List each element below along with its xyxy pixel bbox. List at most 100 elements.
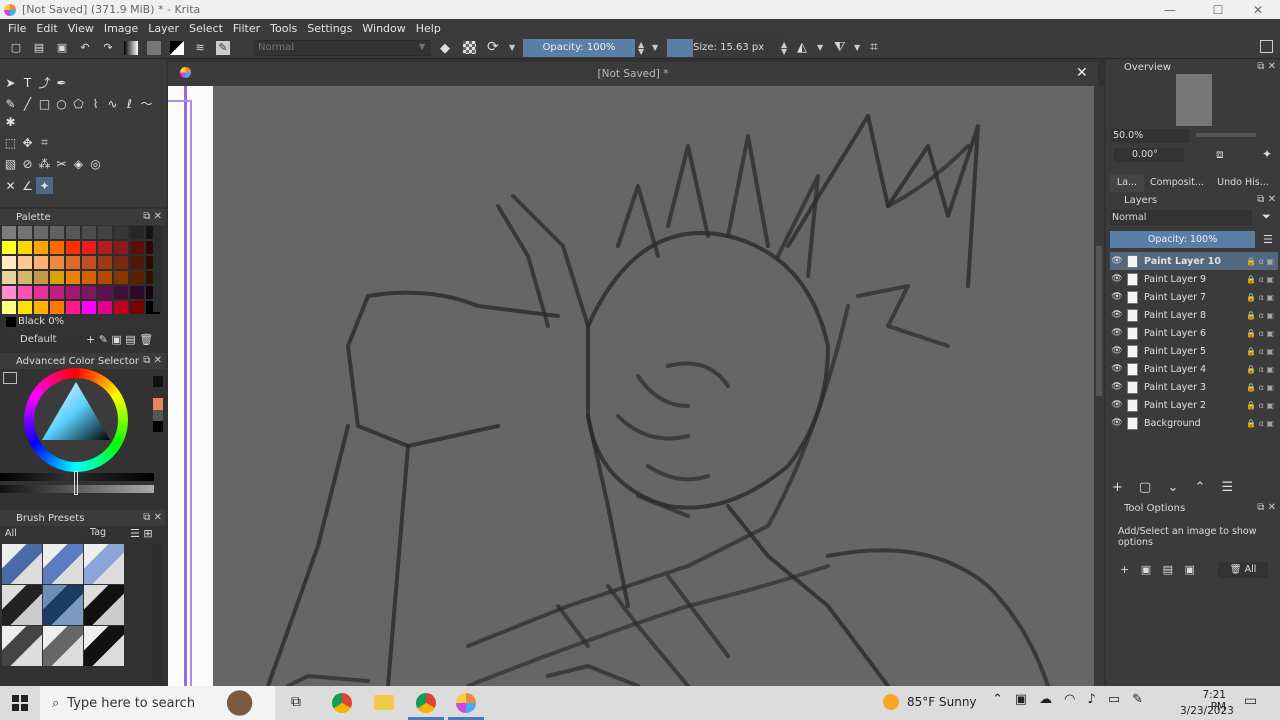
fill-tool-icon[interactable]: ◈ xyxy=(70,155,87,172)
layer-lock-alpha-icons[interactable]: 🔒 α ▣ xyxy=(1246,311,1274,320)
move-tool-icon[interactable]: ✥ xyxy=(19,134,36,151)
layer-row[interactable]: 👁 Paint Layer 5 🔒 α ▣ xyxy=(1110,342,1278,360)
redo-icon[interactable]: ↷ xyxy=(101,41,115,55)
visibility-eye-icon[interactable]: 👁 xyxy=(1110,382,1124,392)
palette-swatch[interactable] xyxy=(114,241,128,254)
calligraphy-icon[interactable]: ✒ xyxy=(53,74,70,91)
palette-swatch[interactable] xyxy=(34,271,48,284)
layer-lock-alpha-icons[interactable]: 🔒 α ▣ xyxy=(1246,347,1274,356)
palette-swatch[interactable] xyxy=(18,286,32,299)
visibility-eye-icon[interactable]: 👁 xyxy=(1110,346,1124,356)
task-view-icon[interactable]: ⧉ xyxy=(291,694,301,710)
reference-tool-icon[interactable]: ✦ xyxy=(36,177,53,194)
visibility-eye-icon[interactable]: 👁 xyxy=(1110,418,1124,428)
brush-preset-thumb[interactable] xyxy=(2,626,42,666)
rectangle-tool-icon[interactable]: □ xyxy=(36,95,53,112)
palette-swatch[interactable] xyxy=(130,226,144,239)
krita-taskbar-icon[interactable] xyxy=(456,693,476,713)
brush-preset-thumb[interactable] xyxy=(43,626,83,666)
layer-row[interactable]: 👁 Paint Layer 9 🔒 α ▣ xyxy=(1110,270,1278,288)
chevron-down-icon[interactable]: ▼ xyxy=(509,43,515,52)
visibility-eye-icon[interactable]: 👁 xyxy=(1110,310,1124,320)
triangle-selector[interactable] xyxy=(24,368,128,472)
layer-filter-icon[interactable]: ⏷ xyxy=(1262,210,1271,224)
blend-mode-select[interactable]: Normal xyxy=(254,40,430,56)
freehand-path-icon[interactable]: ℓ xyxy=(121,95,138,112)
color-slider-handle[interactable] xyxy=(74,471,78,495)
palette-scrollbar[interactable] xyxy=(153,226,162,312)
layer-lock-alpha-icons[interactable]: 🔒 α ▣ xyxy=(1246,257,1274,266)
float-close-icons[interactable]: ⧉ ✕ xyxy=(1257,61,1276,72)
palette-swatch[interactable] xyxy=(2,301,16,314)
measure-tool-icon[interactable]: ∠ xyxy=(19,177,36,194)
layer-lock-alpha-icons[interactable]: 🔒 α ▣ xyxy=(1246,419,1274,428)
palette-swatch[interactable] xyxy=(130,286,144,299)
rotation-field[interactable]: 0.00° xyxy=(1114,148,1184,162)
palette-swatch[interactable] xyxy=(82,301,96,314)
workspace-icon[interactable] xyxy=(1260,40,1273,53)
brush-tag-button[interactable]: Tag xyxy=(90,527,106,538)
palette-swatch[interactable] xyxy=(34,241,48,254)
notifications-icon[interactable]: ▭ xyxy=(1244,693,1257,709)
palette-swatch[interactable] xyxy=(50,286,64,299)
brush-preset-icon[interactable]: ✎ xyxy=(216,40,230,55)
menu-layer[interactable]: Layer xyxy=(148,22,179,35)
palette-swatch[interactable] xyxy=(66,271,80,284)
palette-swatch[interactable] xyxy=(114,271,128,284)
menu-select[interactable]: Select xyxy=(189,22,223,35)
brush-preset-thumb-selected[interactable] xyxy=(43,585,83,625)
layer-row[interactable]: 👁 Paint Layer 10 🔒 α ▣ xyxy=(1110,252,1278,270)
palette-swatch[interactable] xyxy=(18,241,32,254)
palette-actions-icons[interactable]: + ✎ ▣ ▤ 🗑 xyxy=(86,332,153,348)
palette-swatch[interactable] xyxy=(82,286,96,299)
brush-preset-thumb[interactable] xyxy=(84,585,124,625)
edit-shapes-icon[interactable]: ⤴ xyxy=(36,74,53,91)
brush-preset-thumb[interactable] xyxy=(2,585,42,625)
reload-preset-icon[interactable]: ⟳ xyxy=(487,39,499,55)
layer-lock-alpha-icons[interactable]: 🔒 α ▣ xyxy=(1246,275,1274,284)
brush-presets-scrollbar[interactable] xyxy=(152,544,162,684)
visibility-eye-icon[interactable]: 👁 xyxy=(1110,400,1124,410)
recent-colors-strip[interactable] xyxy=(153,376,163,433)
size-slider[interactable]: Size: 15.63 px xyxy=(667,39,779,57)
palette-swatch[interactable] xyxy=(2,286,16,299)
mirror-horizontal-icon[interactable]: ◭ xyxy=(797,40,807,55)
palette-swatch[interactable] xyxy=(82,256,96,269)
palette-swatch[interactable] xyxy=(34,286,48,299)
select-shapes-icon[interactable]: ➤ xyxy=(2,74,19,91)
undo-icon[interactable]: ↶ xyxy=(78,41,92,55)
clock-date[interactable]: 3/23/2023 xyxy=(1180,705,1234,717)
menu-filter[interactable]: Filter xyxy=(233,22,260,35)
minimize-button[interactable]: — xyxy=(1148,0,1192,19)
palette-swatch[interactable] xyxy=(50,256,64,269)
menu-window[interactable]: Window xyxy=(362,22,405,35)
size-stepper-icon[interactable]: ▲ ▼ xyxy=(781,41,787,56)
opacity-stepper-icon[interactable]: ▲ ▼ xyxy=(638,41,644,56)
palette-swatch[interactable] xyxy=(130,256,144,269)
color-selector-settings-icon[interactable] xyxy=(3,372,17,384)
chrome-icon[interactable] xyxy=(332,693,352,713)
scrollbar-thumb[interactable] xyxy=(1096,246,1102,396)
line-tool-icon[interactable]: ╱ xyxy=(19,95,36,112)
overview-thumbnail[interactable] xyxy=(1176,74,1212,126)
multibrush-icon[interactable]: ✱ xyxy=(2,113,19,130)
palette-swatch[interactable] xyxy=(66,301,80,314)
palette-swatch[interactable] xyxy=(18,226,32,239)
palette-swatch[interactable] xyxy=(34,256,48,269)
file-explorer-icon[interactable] xyxy=(374,695,394,710)
float-close-icons[interactable]: ⧉ ✕ xyxy=(143,355,162,366)
delete-all-button[interactable]: 🗑 All xyxy=(1218,562,1268,578)
layer-lock-alpha-icons[interactable]: 🔒 α ▣ xyxy=(1246,401,1274,410)
chevron-down-icon[interactable]: ▼ xyxy=(652,43,658,52)
alpha-lock-icon[interactable] xyxy=(463,41,476,54)
palette-swatch[interactable] xyxy=(50,271,64,284)
transform-tool-icon[interactable]: ⬚ xyxy=(2,134,19,151)
fg-bg-color-icon[interactable] xyxy=(170,40,184,55)
palette-swatch[interactable] xyxy=(34,226,48,239)
layer-row[interactable]: 👁 Paint Layer 3 🔒 α ▣ xyxy=(1110,378,1278,396)
open-folder-icon[interactable]: ▤ xyxy=(32,41,46,55)
layer-row[interactable]: 👁 Background 🔒 α ▣ xyxy=(1110,414,1278,432)
save-icon[interactable]: ▣ xyxy=(55,41,69,55)
float-close-icons[interactable]: ⧉ ✕ xyxy=(143,512,162,523)
canvas-vertical-scrollbar[interactable] xyxy=(1094,86,1104,686)
